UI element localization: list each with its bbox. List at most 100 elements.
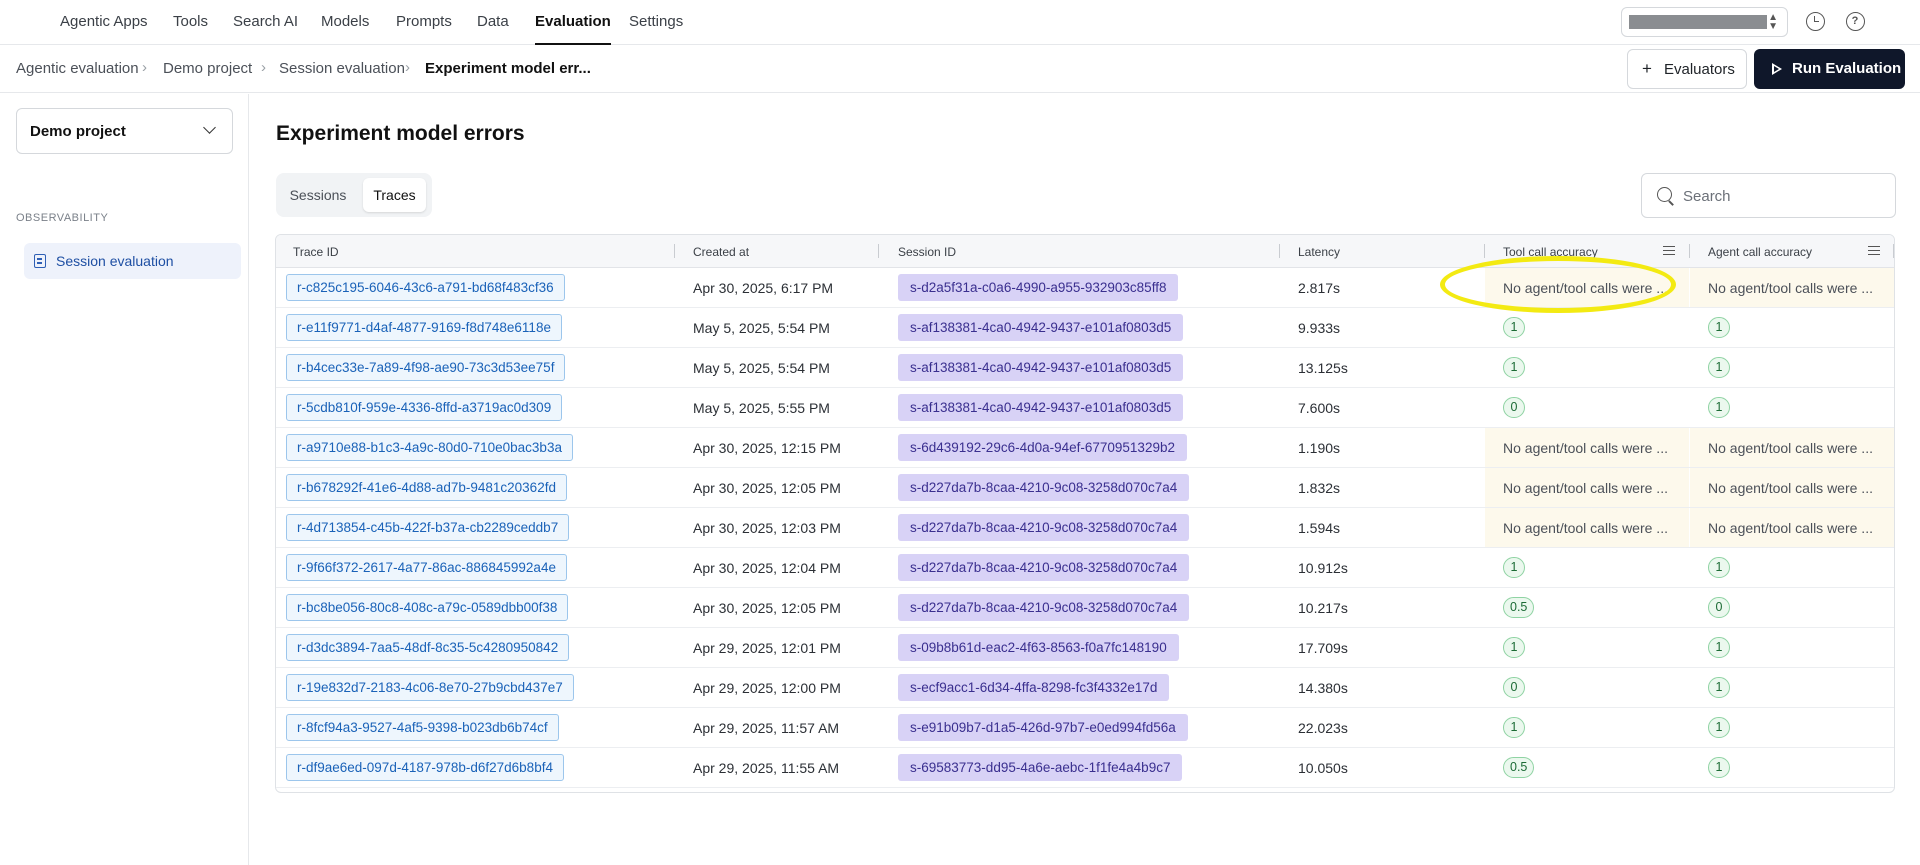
column-resize-handle[interactable] bbox=[1689, 244, 1690, 258]
session-id-link[interactable]: s-6d439192-29c6-4d0a-94ef-6770951329b2 bbox=[898, 434, 1187, 461]
trace-id-link[interactable]: r-8fcf94a3-9527-4af5-9398-b023db6b74cf bbox=[286, 714, 559, 741]
agent-call-accuracy-badge: 1 bbox=[1708, 357, 1730, 378]
table-row[interactable]: r-e11f9771-d4af-4877-9169-f8d748e6118e Ma… bbox=[276, 308, 1894, 348]
breadcrumb-item-agentic-evaluation[interactable]: Agentic evaluation bbox=[16, 60, 139, 77]
created-at-value: Apr 30, 2025, 12:03 PM bbox=[693, 520, 841, 536]
column-resize-handle[interactable] bbox=[878, 244, 879, 258]
session-id-link[interactable]: s-af138381-4ca0-4942-9437-e101af0803d5 bbox=[898, 354, 1184, 381]
agent-call-accuracy-cell: No agent/tool calls were ... bbox=[1690, 268, 1894, 307]
column-header-trace-id[interactable]: Trace ID bbox=[293, 245, 339, 259]
session-id-link[interactable]: s-af138381-4ca0-4942-9437-e101af0803d5 bbox=[898, 394, 1184, 421]
breadcrumb-item-session-evaluation[interactable]: Session evaluation bbox=[279, 60, 405, 77]
nav-tab-prompts[interactable]: Prompts bbox=[396, 0, 452, 44]
nav-tab-models[interactable]: Models bbox=[321, 0, 369, 44]
sidebar-item-session-evaluation[interactable]: Session evaluation bbox=[24, 243, 241, 279]
session-id-link[interactable]: s-d227da7b-8caa-4210-9c08-3258d070c7a4 bbox=[898, 514, 1190, 541]
tab-traces[interactable]: Traces bbox=[363, 178, 426, 212]
column-resize-handle[interactable] bbox=[1893, 244, 1894, 258]
nav-tab-tools[interactable]: Tools bbox=[173, 0, 208, 44]
nav-tab-agentic-apps[interactable]: Agentic Apps bbox=[60, 0, 148, 44]
help-icon[interactable]: ? bbox=[1846, 12, 1865, 31]
session-id-link[interactable]: s-ecf9acc1-6d34-4ffa-8298-fc3f4332e17d bbox=[898, 674, 1170, 701]
agent-call-accuracy-badge: 1 bbox=[1708, 397, 1730, 418]
column-header-tool-call-accuracy[interactable]: Tool call accuracy bbox=[1503, 245, 1598, 259]
session-id-link[interactable]: s-d2a5f31a-c0a6-4990-a955-932903c85ff8 bbox=[898, 274, 1179, 301]
column-header-session-id[interactable]: Session ID bbox=[898, 245, 956, 259]
table-row[interactable]: r-9f66f372-2617-4a77-86ac-886845992a4e Ap… bbox=[276, 548, 1894, 588]
latency-value: 2.817s bbox=[1298, 280, 1341, 296]
tool-call-accuracy-cell: No agent/tool calls were ... bbox=[1485, 468, 1689, 507]
session-id-link[interactable]: s-69583773-dd95-4a6e-aebc-1f1fe4a4b9c7 bbox=[898, 754, 1183, 781]
table-row[interactable]: r-5cdb810f-959e-4336-8ffd-a3719ac0d309 Ma… bbox=[276, 388, 1894, 428]
nav-tab-settings[interactable]: Settings bbox=[629, 0, 683, 44]
nav-tab-evaluation[interactable]: Evaluation bbox=[535, 0, 611, 45]
trace-id-link[interactable]: r-b4cec33e-7a89-4f98-ae90-73c3d53ee75f bbox=[286, 354, 566, 381]
latency-value: 13.125s bbox=[1298, 360, 1348, 376]
trace-id-link[interactable]: r-4d713854-c45b-422f-b37a-cb2289ceddb7 bbox=[286, 514, 570, 541]
column-header-latency[interactable]: Latency bbox=[1298, 245, 1340, 259]
latency-value: 9.933s bbox=[1298, 320, 1341, 336]
breadcrumb-item-demo-project[interactable]: Demo project bbox=[163, 60, 252, 77]
trace-id-link[interactable]: r-b678292f-41e6-4d88-ad7b-9481c20362fd bbox=[286, 474, 567, 501]
trace-id-link[interactable]: r-bc8be056-80c8-408c-a79c-0589dbb00f38 bbox=[286, 594, 569, 621]
sort-caret-icon: ▲ ▼ bbox=[1768, 12, 1778, 32]
table-row[interactable]: r-4d713854-c45b-422f-b37a-cb2289ceddb7 Ap… bbox=[276, 508, 1894, 548]
tool-call-accuracy-cell: No agent/tool calls were ... bbox=[1485, 268, 1689, 307]
tool-call-accuracy-cell: No agent/tool calls were ... bbox=[1485, 508, 1689, 547]
agent-call-accuracy-badge: 1 bbox=[1708, 557, 1730, 578]
session-id-link[interactable]: s-d227da7b-8caa-4210-9c08-3258d070c7a4 bbox=[898, 554, 1190, 581]
table-row[interactable]: r-c825c195-6046-43c6-a791-bd68f483cf36 Ap… bbox=[276, 268, 1894, 308]
add-evaluators-button[interactable]: + Evaluators bbox=[1627, 49, 1747, 89]
column-header-agent-call-accuracy[interactable]: Agent call accuracy bbox=[1708, 245, 1812, 259]
table-row[interactable]: r-bc8be056-80c8-408c-a79c-0589dbb00f38 Ap… bbox=[276, 588, 1894, 628]
table-row[interactable]: r-b4cec33e-7a89-4f98-ae90-73c3d53ee75f Ma… bbox=[276, 348, 1894, 388]
nav-tab-data[interactable]: Data bbox=[477, 0, 509, 44]
nav-tab-search-ai[interactable]: Search AI bbox=[233, 0, 298, 44]
latency-value: 22.023s bbox=[1298, 720, 1348, 736]
search-input[interactable] bbox=[1683, 186, 1883, 206]
clock-icon[interactable] bbox=[1806, 12, 1825, 31]
session-id-link[interactable]: s-af138381-4ca0-4942-9437-e101af0803d5 bbox=[898, 314, 1184, 341]
account-selector[interactable]: ▲ ▼ bbox=[1621, 7, 1788, 37]
table-row[interactable]: r-19e832d7-2183-4c06-8e70-27b9cbd437e7 Ap… bbox=[276, 668, 1894, 708]
column-resize-handle[interactable] bbox=[1484, 244, 1485, 258]
table-row[interactable]: r-a9710e88-b1c3-4a9c-80d0-710e0bac3b3a Ap… bbox=[276, 428, 1894, 468]
trace-id-link[interactable]: r-9f66f372-2617-4a77-86ac-886845992a4e bbox=[286, 554, 567, 581]
table-row[interactable]: r-b678292f-41e6-4d88-ad7b-9481c20362fd Ap… bbox=[276, 468, 1894, 508]
session-id-link[interactable]: s-e91b09b7-d1a5-426d-97b7-e0ed994fd56a bbox=[898, 714, 1188, 741]
menu-icon[interactable] bbox=[1663, 246, 1675, 255]
column-resize-handle[interactable] bbox=[674, 244, 675, 258]
search-icon bbox=[1657, 187, 1672, 202]
session-id-link[interactable]: s-d227da7b-8caa-4210-9c08-3258d070c7a4 bbox=[898, 474, 1190, 501]
run-evaluation-button[interactable]: Run Evaluation bbox=[1754, 49, 1905, 89]
tool-call-accuracy-badge: 1 bbox=[1503, 317, 1525, 338]
trace-id-link[interactable]: r-19e832d7-2183-4c06-8e70-27b9cbd437e7 bbox=[286, 674, 574, 701]
trace-id-link[interactable]: r-e11f9771-d4af-4877-9169-f8d748e6118e bbox=[286, 314, 562, 341]
column-resize-handle[interactable] bbox=[1279, 244, 1280, 258]
trace-id-link[interactable]: r-a9710e88-b1c3-4a9c-80d0-710e0bac3b3a bbox=[286, 434, 573, 461]
tool-call-accuracy-badge: 1 bbox=[1503, 717, 1525, 738]
session-id-link[interactable]: s-d227da7b-8caa-4210-9c08-3258d070c7a4 bbox=[898, 594, 1190, 621]
trace-id-link[interactable]: r-c825c195-6046-43c6-a791-bd68f483cf36 bbox=[286, 274, 565, 301]
plus-icon: + bbox=[1642, 59, 1652, 78]
created-at-value: Apr 30, 2025, 12:15 PM bbox=[693, 440, 841, 456]
tab-sessions[interactable]: Sessions bbox=[281, 178, 355, 212]
session-id-link[interactable]: s-09b8b61d-eac2-4f63-8563-f0a7fc148190 bbox=[898, 634, 1179, 661]
agent-call-accuracy-cell: No agent/tool calls were ... bbox=[1690, 468, 1894, 507]
trace-id-link[interactable]: r-d3dc3894-7aa5-48df-8c35-5c4280950842 bbox=[286, 634, 570, 661]
trace-id-link[interactable]: r-5cdb810f-959e-4336-8ffd-a3719ac0d309 bbox=[286, 394, 563, 421]
latency-value: 1.832s bbox=[1298, 480, 1341, 496]
table-row[interactable]: r-8fcf94a3-9527-4af5-9398-b023db6b74cf Ap… bbox=[276, 708, 1894, 748]
table-row[interactable]: r-d3dc3894-7aa5-48df-8c35-5c4280950842 Ap… bbox=[276, 628, 1894, 668]
project-select[interactable]: Demo project bbox=[16, 108, 233, 154]
table-row[interactable]: r-df9ae6ed-097d-4187-978b-d6f27d6b8bf4 Ap… bbox=[276, 748, 1894, 788]
agent-call-accuracy-badge: 1 bbox=[1708, 677, 1730, 698]
play-icon bbox=[1772, 63, 1782, 75]
agent-call-accuracy-cell: No agent/tool calls were ... bbox=[1690, 508, 1894, 547]
trace-id-link[interactable]: r-df9ae6ed-097d-4187-978b-d6f27d6b8bf4 bbox=[286, 754, 564, 781]
menu-icon[interactable] bbox=[1868, 246, 1880, 255]
created-at-value: Apr 29, 2025, 12:01 PM bbox=[693, 640, 841, 656]
project-select-value: Demo project bbox=[30, 123, 126, 140]
column-header-created-at[interactable]: Created at bbox=[693, 245, 749, 259]
created-at-value: May 5, 2025, 5:54 PM bbox=[693, 320, 830, 336]
